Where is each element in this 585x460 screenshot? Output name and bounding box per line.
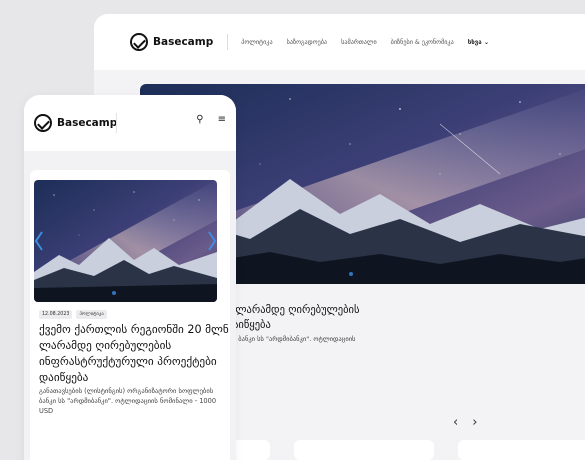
nav-divider <box>116 113 117 133</box>
mobile-hero-image[interactable] <box>34 180 217 302</box>
mobile-article-title[interactable]: ქვემო ქართლის რეგიონში 20 მლნ ლარამდე ღი… <box>39 322 229 386</box>
nav-item-business[interactable]: ბიზნესი & ეკონომიკა <box>391 39 454 46</box>
article-meta: 12.08.2023 პოლიტიკა <box>39 310 107 319</box>
nav-item-law[interactable]: სამართალი <box>341 39 377 46</box>
card-stub[interactable] <box>458 440 585 460</box>
chevron-left-icon[interactable]: ‹ <box>453 415 458 430</box>
hero-image-graphic <box>34 180 217 302</box>
chevron-right-icon[interactable]: › <box>472 415 477 430</box>
mobile-header: Basecamp ⚲ ≡ <box>24 95 236 151</box>
mobile-header-actions: ⚲ ≡ <box>196 114 226 125</box>
menu-icon[interactable]: ≡ <box>218 114 226 125</box>
category-badge[interactable]: პოლიტიკა <box>76 310 107 319</box>
desktop-logo[interactable]: Basecamp <box>130 33 213 51</box>
basecamp-logo-icon <box>130 33 148 51</box>
carousel-controls: ‹ › <box>453 415 477 430</box>
card-stub[interactable] <box>294 440 434 460</box>
nav-item-politics[interactable]: პოლიტიკა <box>241 39 272 46</box>
brand-name: Basecamp <box>153 36 214 48</box>
nav-divider <box>227 34 229 50</box>
mobile-logo[interactable]: Basecamp <box>34 114 117 132</box>
search-icon[interactable]: ⚲ <box>196 114 203 125</box>
desktop-menu: პოლიტიკა საზოგადოება სამართალი ბიზნესი &… <box>241 39 489 46</box>
date-badge: 12.08.2023 <box>39 310 73 319</box>
nav-item-more[interactable]: სხვა ⌄ <box>468 39 489 46</box>
mobile-article-excerpt: განათავსების (ლისტინგის) ორგანიზატორი სო… <box>39 387 217 415</box>
desktop-header: Basecamp პოლიტიკა საზოგადოება სამართალი … <box>94 14 585 70</box>
basecamp-logo-icon <box>34 114 52 132</box>
mobile-preview: Basecamp ⚲ ≡ 12.08.2023 პოლიტიკა ქვემო ქ… <box>24 95 236 460</box>
hero-slide-indicator[interactable] <box>112 291 116 295</box>
brand-name: Basecamp <box>57 117 118 129</box>
hero-slide-indicator[interactable] <box>349 272 353 276</box>
nav-item-society[interactable]: საზოგადოება <box>287 39 328 46</box>
